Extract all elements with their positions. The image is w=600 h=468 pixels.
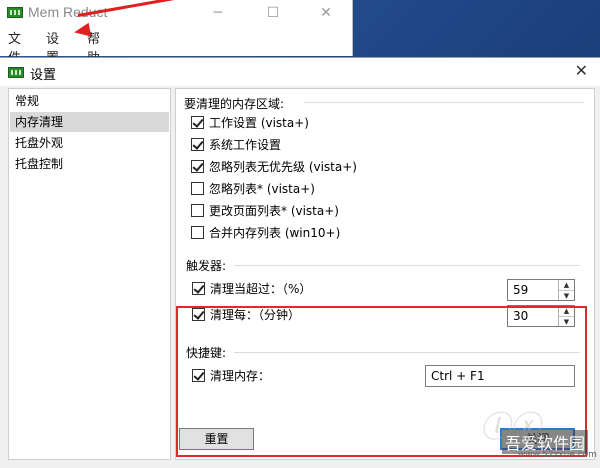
watermark-url: www.52zxue.com [518, 450, 597, 460]
sidebar-item-tray-appearance[interactable]: 托盘外观 [10, 133, 169, 153]
maximize-button[interactable]: ☐ [251, 2, 295, 24]
annotation-arrow-head [72, 22, 92, 40]
checkbox[interactable] [191, 204, 204, 217]
spin-up-icon[interactable]: ▲ [559, 280, 574, 291]
watermark: ⓛⓧ 吾爱软件园 www.52zxue.com [474, 398, 600, 467]
trigger-heading: 触发器: [186, 259, 227, 273]
threshold-spinner[interactable]: 59 ▲ ▼ [507, 279, 575, 301]
sidebar-item-tray-control[interactable]: 托盘控制 [10, 154, 169, 174]
close-button[interactable]: ✕ [304, 2, 348, 24]
memory-areas-heading: 要清理的内存区域: [184, 97, 285, 111]
dialog-title: 设置 [30, 68, 57, 83]
main-titlebar: Mem Reduct ─ ☐ ✕ [0, 0, 352, 26]
spinner-buttons[interactable]: ▲ ▼ [558, 280, 574, 300]
settings-sidebar: 常规 内存清理 托盘外观 托盘控制 [8, 88, 171, 460]
sidebar-item-memory-clean[interactable]: 内存清理 [10, 112, 169, 132]
spin-down-icon[interactable]: ▼ [559, 291, 574, 301]
checkbox[interactable] [191, 116, 204, 129]
group-divider [234, 265, 580, 266]
checkbox[interactable] [191, 138, 204, 151]
group-divider [304, 102, 584, 103]
main-window: Mem Reduct ─ ☐ ✕ 文件 设置 帮助 [0, 0, 353, 66]
dialog-close-icon[interactable]: ✕ [575, 61, 588, 80]
checkbox[interactable] [191, 226, 204, 239]
app-icon [7, 7, 23, 18]
checkbox[interactable] [191, 182, 204, 195]
dialog-app-icon [8, 67, 24, 78]
sidebar-item-general[interactable]: 常规 [10, 91, 169, 111]
minimize-button[interactable]: ─ [196, 2, 240, 24]
threshold-value[interactable]: 59 [513, 283, 528, 297]
checkbox[interactable] [191, 160, 204, 173]
checkbox[interactable] [192, 282, 205, 295]
dialog-titlebar: 设置 ✕ [0, 58, 600, 86]
reset-button[interactable]: 重置 [179, 428, 254, 450]
